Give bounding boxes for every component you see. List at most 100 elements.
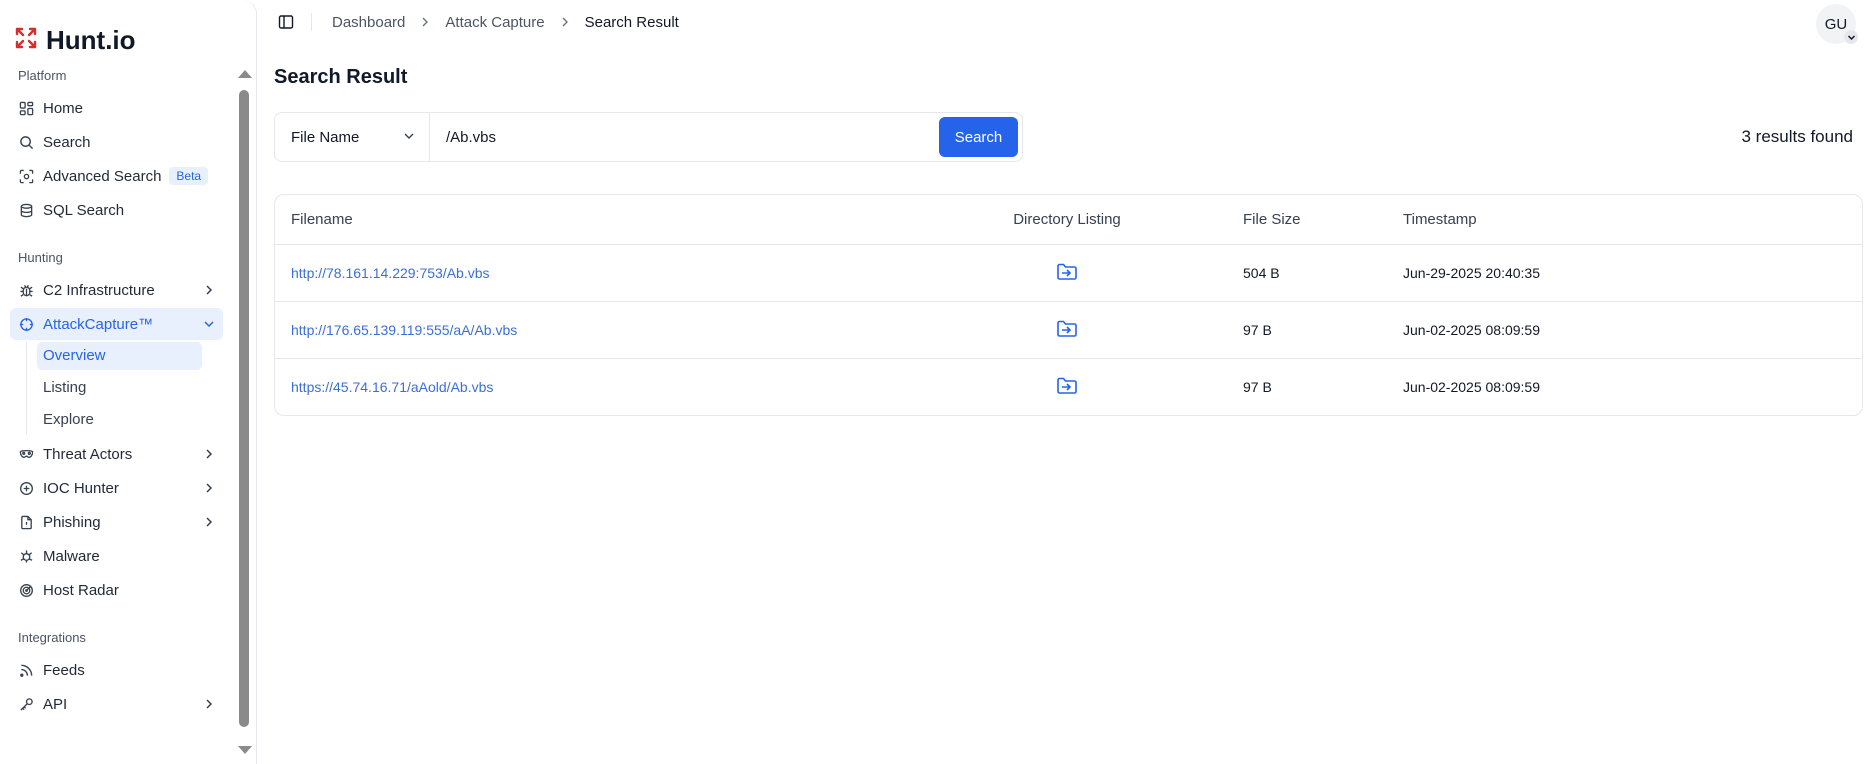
sidebar-item-label: Advanced Search	[43, 167, 162, 185]
search-box: File Name Search	[274, 112, 1023, 162]
virus-icon	[18, 548, 34, 564]
table-header: Filename Directory Listing File Size Tim…	[275, 195, 1862, 244]
brand-name: Hunt.io	[46, 24, 136, 55]
file-size: 97 B	[1243, 322, 1272, 338]
rss-icon	[18, 662, 34, 678]
sidebar-item-host-radar[interactable]: Host Radar	[10, 574, 223, 606]
chevron-right-icon	[203, 448, 215, 460]
sidebar-scrollbar[interactable]	[237, 66, 252, 764]
breadcrumb-current: Search Result	[584, 13, 679, 31]
chevron-down-icon[interactable]	[1844, 30, 1858, 44]
chevron-right-icon	[203, 516, 215, 528]
sidebar-item-c2-infrastructure[interactable]: C2 Infrastructure	[10, 274, 223, 306]
database-icon	[18, 202, 34, 218]
chevron-down-icon	[203, 318, 215, 330]
attackcapture-submenu: Overview Listing Explore	[26, 342, 232, 434]
section-label-hunting: Hunting	[18, 250, 63, 265]
sidebar-item-threat-actors[interactable]: Threat Actors	[10, 438, 223, 470]
chevron-down-icon	[403, 129, 415, 146]
plus-circle-icon	[18, 480, 34, 496]
sidebar-item-label: IOC Hunter	[43, 479, 119, 497]
scroll-down-arrow-icon[interactable]	[238, 746, 252, 754]
breadcrumb: Dashboard Attack Capture Search Result	[332, 14, 679, 31]
crosshair-icon	[18, 316, 34, 332]
sidebar-item-label: Feeds	[43, 661, 85, 679]
sidebar-item-phishing[interactable]: Phishing	[10, 506, 223, 538]
scroll-up-arrow-icon[interactable]	[238, 70, 252, 78]
sidebar-item-search[interactable]: Search	[10, 126, 223, 158]
sidebar-nav: Platform Home Search Advanced Search Bet…	[0, 66, 232, 764]
sidebar-item-label: SQL Search	[43, 201, 125, 219]
sidebar-item-malware[interactable]: Malware	[10, 540, 223, 572]
column-header-timestamp: Timestamp	[1403, 211, 1477, 228]
table-row: http://78.161.14.229:753/Ab.vbs 504 B Ju…	[275, 244, 1862, 301]
chevron-right-icon	[203, 698, 215, 710]
results-count: 3 results found	[1741, 127, 1853, 146]
chevron-right-icon	[203, 284, 215, 296]
breadcrumb-attack-capture[interactable]: Attack Capture	[445, 14, 544, 31]
column-header-file-size: File Size	[1243, 211, 1301, 228]
sidebar-item-label: C2 Infrastructure	[43, 281, 155, 299]
sidebar-subitem-explore[interactable]: Explore	[37, 406, 202, 434]
sidebar-item-label: Search	[43, 133, 91, 151]
file-size: 97 B	[1243, 379, 1272, 395]
sidebar-subitem-overview[interactable]: Overview	[37, 342, 202, 370]
column-header-filename: Filename	[291, 211, 353, 228]
brand-logo[interactable]: Hunt.io	[0, 0, 256, 60]
section-label-integrations: Integrations	[18, 630, 86, 645]
filename-link[interactable]: http://176.65.139.119:555/aA/Ab.vbs	[291, 322, 517, 338]
sidebar-item-label: AttackCapture™	[43, 315, 154, 333]
topbar: Dashboard Attack Capture Search Result G…	[257, 0, 1864, 44]
timestamp: Jun-02-2025 08:09:59	[1403, 322, 1540, 338]
search-row: File Name Search 3 results found	[257, 112, 1864, 168]
hunt-logo-icon	[14, 26, 38, 54]
sidebar-item-feeds[interactable]: Feeds	[10, 654, 223, 686]
search-field-select[interactable]: File Name	[275, 113, 430, 161]
sidebar-toggle-icon[interactable]	[275, 11, 297, 33]
file-warning-icon	[18, 514, 34, 530]
sidebar-item-ioc-hunter[interactable]: IOC Hunter	[10, 472, 223, 504]
page-title: Search Result	[274, 66, 408, 88]
key-icon	[18, 696, 34, 712]
main-content: Dashboard Attack Capture Search Result G…	[257, 0, 1864, 764]
sidebar-item-attackcapture[interactable]: AttackCapture™	[10, 308, 223, 340]
sidebar-item-label: Home	[43, 99, 84, 117]
folder-open-icon[interactable]	[1056, 376, 1078, 396]
file-size: 504 B	[1243, 265, 1280, 281]
app-root: Hunt.io Platform Home Search Advanced Se…	[0, 0, 1864, 764]
sidebar-item-label: Malware	[43, 547, 100, 565]
folder-open-icon[interactable]	[1056, 262, 1078, 282]
search-icon	[18, 134, 34, 150]
sidebar-item-label: API	[43, 695, 68, 713]
search-field-value: File Name	[291, 128, 360, 146]
breadcrumb-dashboard[interactable]: Dashboard	[332, 14, 405, 31]
sidebar-subitem-listing[interactable]: Listing	[37, 374, 202, 402]
table-row: http://176.65.139.119:555/aA/Ab.vbs 97 B…	[275, 301, 1862, 358]
search-button[interactable]: Search	[939, 117, 1018, 157]
timestamp: Jun-29-2025 20:40:35	[1403, 265, 1540, 281]
search-input[interactable]	[430, 113, 939, 161]
topbar-divider	[311, 13, 312, 31]
sidebar-item-label: Host Radar	[43, 581, 119, 599]
scroll-thumb[interactable]	[239, 90, 249, 727]
sidebar-item-sql-search[interactable]: SQL Search	[10, 194, 223, 226]
user-initials: GU	[1824, 15, 1848, 33]
sidebar-item-home[interactable]: Home	[10, 92, 223, 124]
results-table: Filename Directory Listing File Size Tim…	[274, 194, 1863, 416]
sidebar-item-advanced-search[interactable]: Advanced Search Beta	[10, 160, 223, 192]
user-avatar[interactable]: GU	[1816, 4, 1858, 44]
chevron-right-icon	[419, 16, 431, 28]
mask-icon	[18, 446, 34, 462]
timestamp: Jun-02-2025 08:09:59	[1403, 379, 1540, 395]
scan-icon	[18, 168, 34, 184]
table-row: https://45.74.16.71/aAold/Ab.vbs 97 B Ju…	[275, 358, 1862, 415]
column-header-directory-listing: Directory Listing	[1013, 211, 1121, 228]
sidebar: Hunt.io Platform Home Search Advanced Se…	[0, 0, 257, 764]
filename-link[interactable]: https://45.74.16.71/aAold/Ab.vbs	[291, 379, 493, 395]
sidebar-item-label: Threat Actors	[43, 445, 133, 463]
filename-link[interactable]: http://78.161.14.229:753/Ab.vbs	[291, 265, 490, 281]
folder-open-icon[interactable]	[1056, 319, 1078, 339]
sidebar-item-api[interactable]: API	[10, 688, 223, 720]
home-grid-icon	[18, 100, 34, 116]
radar-icon	[18, 582, 34, 598]
